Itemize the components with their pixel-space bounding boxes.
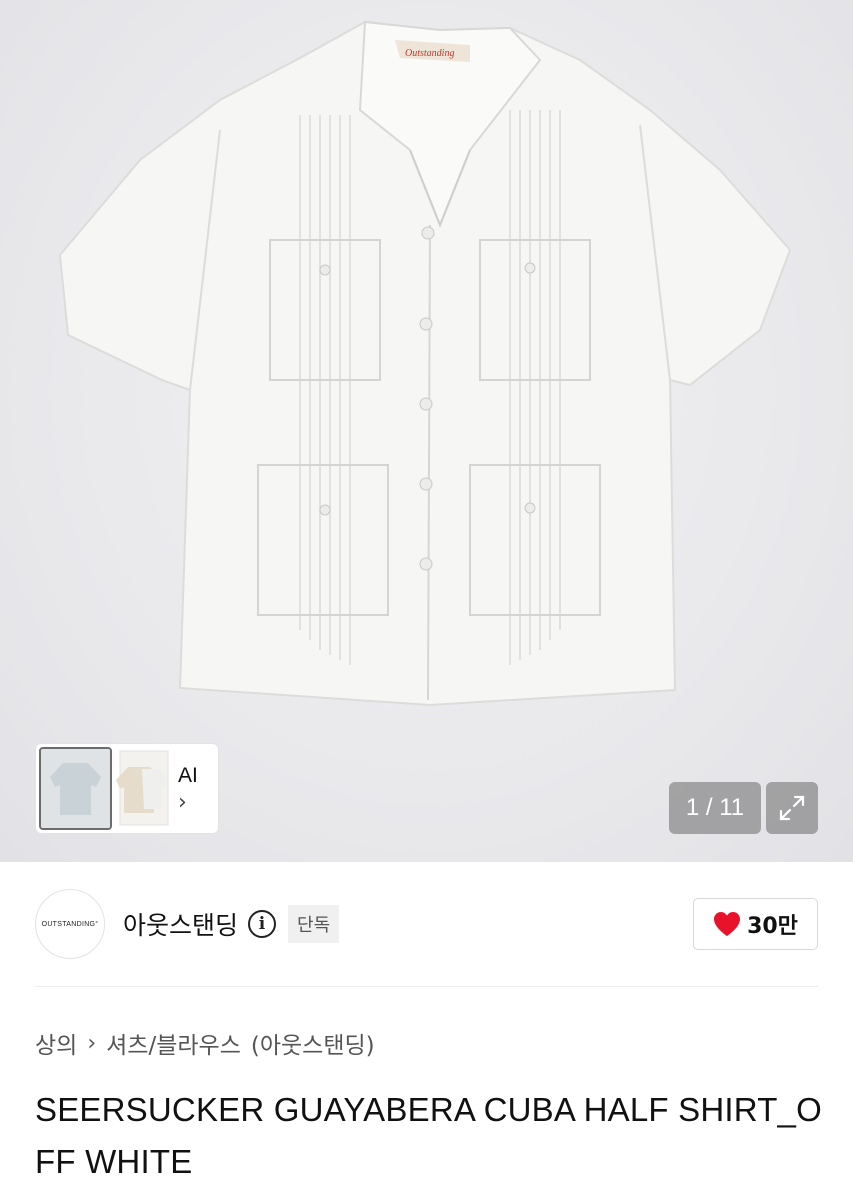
ai-thumbnail-label: AI	[178, 763, 198, 787]
like-count: 30만	[747, 914, 798, 939]
divider	[35, 986, 818, 987]
chevron-right-icon: ›	[87, 1030, 97, 1056]
product-title: SEERSUCKER GUAYABERA CUBA HALF SHIRT_OFF…	[35, 1091, 822, 1180]
ai-thumbnail-stack	[110, 747, 170, 830]
breadcrumb-subcategory[interactable]: 셔츠/블라우스	[106, 1026, 241, 1060]
product-image-gallery[interactable]: Outstanding AI › 1 / 11	[0, 0, 853, 862]
breadcrumb: 상의 › 셔츠/블라우스 (아웃스탠딩)	[35, 1026, 375, 1060]
like-button[interactable]: 30만	[693, 898, 818, 950]
brand-name[interactable]: 아웃스탠딩	[123, 906, 238, 942]
breadcrumb-category[interactable]: 상의	[35, 1026, 77, 1060]
product-photo[interactable]: Outstanding	[0, 0, 853, 862]
image-counter: 1 / 11	[669, 782, 761, 834]
heart-icon	[714, 912, 741, 936]
info-icon[interactable]: i	[248, 910, 277, 938]
exclusive-badge: 단독	[288, 905, 340, 943]
chevron-right-icon: ›	[178, 789, 187, 815]
brand-row: OUTSTANDING° 아웃스탠딩 i 단독 30만	[35, 888, 818, 960]
ai-thumbnail-primary	[39, 747, 112, 830]
expand-icon	[779, 795, 805, 821]
brand-logo[interactable]: OUTSTANDING°	[35, 889, 105, 959]
svg-text:Outstanding: Outstanding	[405, 48, 454, 59]
expand-button[interactable]	[766, 782, 818, 834]
breadcrumb-brand[interactable]: (아웃스탠딩)	[251, 1026, 375, 1060]
ai-similar-products-button[interactable]: AI ›	[35, 743, 219, 834]
